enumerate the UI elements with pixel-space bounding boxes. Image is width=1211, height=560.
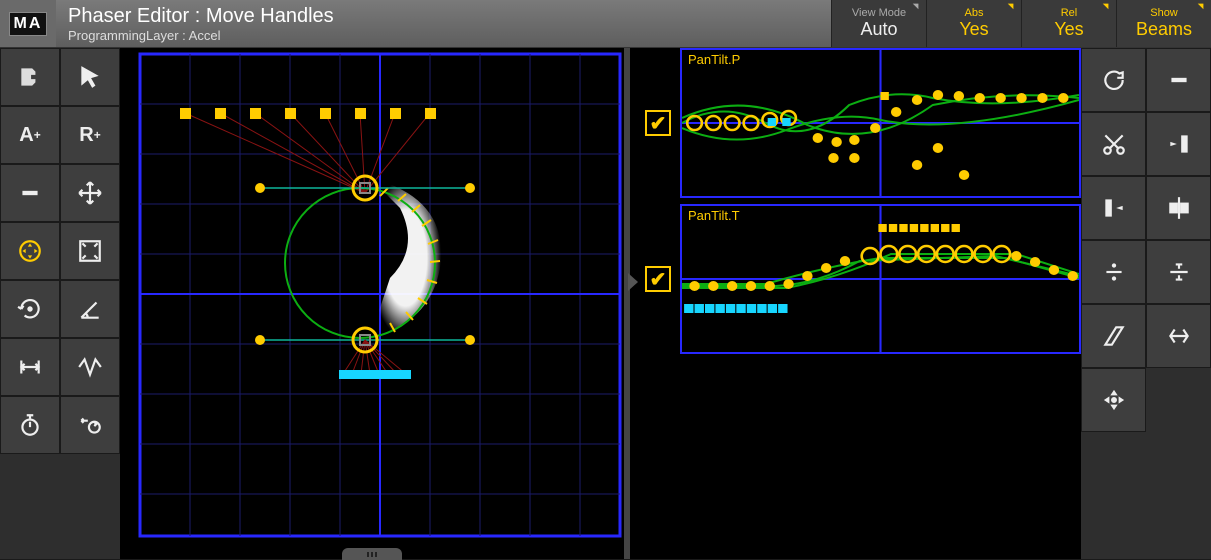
showbeams-value: Beams bbox=[1136, 19, 1192, 40]
wave-icon[interactable] bbox=[60, 338, 120, 396]
main-2d-canvas[interactable] bbox=[120, 48, 630, 559]
cycle-icon[interactable] bbox=[60, 396, 120, 454]
viewmode-button[interactable]: View Mode Auto bbox=[831, 0, 926, 47]
tilt-track-label: PanTilt.T bbox=[688, 208, 740, 223]
move-icon[interactable] bbox=[60, 164, 120, 222]
abs-label: Abs bbox=[965, 7, 984, 19]
minus2-icon[interactable] bbox=[1146, 48, 1211, 112]
abs-value: Yes bbox=[959, 19, 988, 40]
refresh-icon[interactable] bbox=[1081, 48, 1146, 112]
cursor-icon[interactable] bbox=[60, 48, 120, 106]
paste-icon[interactable] bbox=[1081, 176, 1146, 240]
empty-slot bbox=[1146, 368, 1211, 432]
right-toolbar bbox=[1081, 48, 1211, 559]
a-plus-icon[interactable]: A+ bbox=[0, 106, 60, 164]
vertical-splitter-handle[interactable] bbox=[628, 273, 638, 291]
showbeams-button[interactable]: Show Beams bbox=[1116, 0, 1211, 47]
pan-icon[interactable] bbox=[1081, 368, 1146, 432]
timer-icon[interactable] bbox=[0, 396, 60, 454]
r-plus-icon[interactable]: R+ bbox=[60, 106, 120, 164]
expand-icon[interactable] bbox=[60, 222, 120, 280]
target-icon[interactable] bbox=[0, 222, 60, 280]
showbeams-label: Show bbox=[1150, 7, 1178, 19]
flip-icon[interactable] bbox=[1146, 304, 1211, 368]
app-logo[interactable]: MA bbox=[0, 0, 56, 47]
rel-value: Yes bbox=[1054, 19, 1083, 40]
title-area: Phaser Editor : Move Handles Programming… bbox=[56, 0, 831, 47]
align-center-icon[interactable] bbox=[1146, 176, 1211, 240]
divide-icon[interactable] bbox=[1081, 240, 1146, 304]
height-icon[interactable] bbox=[1146, 240, 1211, 304]
rel-button[interactable]: Rel Yes bbox=[1021, 0, 1116, 47]
viewmode-label: View Mode bbox=[852, 7, 906, 19]
page-subtitle: ProgrammingLayer : Accel bbox=[68, 28, 831, 43]
viewmode-value: Auto bbox=[860, 19, 897, 40]
angle-icon[interactable] bbox=[60, 280, 120, 338]
skew-icon[interactable] bbox=[1081, 304, 1146, 368]
abs-button[interactable]: Abs Yes bbox=[926, 0, 1021, 47]
tilt-track-checkbox[interactable]: ✔ bbox=[645, 266, 671, 292]
pan-track-canvas[interactable]: PanTilt.P bbox=[680, 48, 1081, 198]
tilt-track-canvas[interactable]: PanTilt.T bbox=[680, 204, 1081, 354]
pan-track-label: PanTilt.P bbox=[688, 52, 740, 67]
logo-text: MA bbox=[9, 12, 48, 36]
minus-icon[interactable] bbox=[0, 164, 60, 222]
puzzle-icon[interactable] bbox=[0, 48, 60, 106]
rotate-icon[interactable] bbox=[0, 280, 60, 338]
rel-label: Rel bbox=[1061, 7, 1078, 19]
cut-icon[interactable] bbox=[1081, 112, 1146, 176]
page-title: Phaser Editor : Move Handles bbox=[68, 5, 831, 28]
left-toolbar: A+ R+ bbox=[0, 48, 120, 559]
width-icon[interactable] bbox=[0, 338, 60, 396]
insert-icon[interactable] bbox=[1146, 112, 1211, 176]
pan-track-checkbox[interactable]: ✔ bbox=[645, 110, 671, 136]
bottom-splitter-handle[interactable] bbox=[342, 548, 402, 560]
